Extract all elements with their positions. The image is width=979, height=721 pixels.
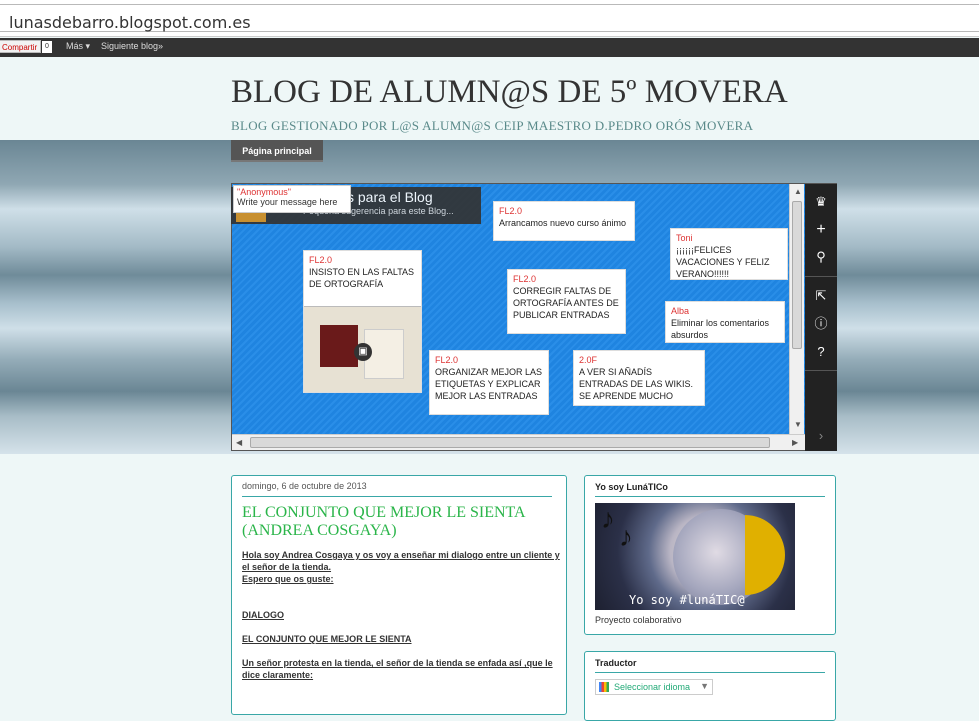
toolbar-divider	[805, 370, 837, 371]
music-note-icon: ♪	[601, 503, 615, 534]
note-author: FL2.0	[435, 355, 459, 365]
widget-translator: Traductor Seleccionar idioma ▼	[584, 651, 836, 721]
post-date: domingo, 6 de octubre de 2013	[242, 481, 367, 491]
post-paragraph: DIALOGO	[242, 610, 284, 620]
chevron-down-icon[interactable]: ▼	[700, 681, 709, 691]
padlet-note[interactable]: Toni ¡¡¡¡¡¡FELICES VACACIONES Y FELIZ VE…	[670, 228, 788, 280]
padlet-note[interactable]: FL2.0 ORGANIZAR MEJOR LAS ETIQUETAS Y EX…	[429, 350, 549, 415]
scroll-left-arrow-icon[interactable]: ◀	[236, 438, 242, 447]
post-paragraph: Espero que os guste:	[242, 574, 334, 584]
next-arrow-icon[interactable]: ›	[813, 428, 829, 444]
post-paragraph: EL CONJUNTO QUE MEJOR LE SIENTA	[242, 634, 412, 644]
google-icon	[599, 682, 609, 692]
more-menu[interactable]: Más ▾	[66, 41, 90, 52]
post-divider	[242, 496, 552, 497]
padlet-note[interactable]: FL2.0 INSISTO EN LAS FALTAS DE ORTOGRAFÍ…	[303, 250, 422, 393]
padlet-vertical-scrollbar[interactable]: ▲ ▼	[789, 184, 804, 434]
lunatic-moon-image[interactable]: ♪ ♪ Yo soy #lunáTIC@	[595, 503, 795, 610]
widget-yosoy: Yo soy LunáTICo ♪ ♪ Yo soy #lunáTIC@ Pro…	[584, 475, 836, 635]
note-text: A VER SI AÑADÍS ENTRADAS DE LAS WIKIS. S…	[579, 367, 694, 401]
note-author: Toni	[676, 233, 693, 243]
toolbar-divider	[805, 276, 837, 277]
padlet-note[interactable]: Alba Eliminar los comentarios absurdos	[665, 301, 785, 343]
scroll-up-arrow-icon[interactable]: ▲	[794, 187, 802, 196]
widget-caption: Proyecto colaborativo	[595, 615, 682, 625]
info-icon[interactable]: ⓘ	[813, 316, 829, 332]
plus-icon[interactable]: +	[813, 222, 829, 238]
widget-divider	[595, 672, 825, 673]
padlet-new-post[interactable]: "Anonymous" Write your message here	[233, 185, 351, 213]
blog-post: domingo, 6 de octubre de 2013 EL CONJUNT…	[231, 475, 567, 715]
wrench-icon[interactable]: ⚲	[813, 249, 829, 265]
note-screenshot-image: ▣	[304, 306, 421, 392]
scroll-right-arrow-icon[interactable]: ▶	[792, 438, 798, 447]
padlet-note[interactable]: FL2.0 CORREGIR FALTAS DE ORTOGRAFÍA ANTE…	[507, 269, 626, 334]
share-button[interactable]: Compartir	[0, 40, 42, 53]
help-icon[interactable]: ?	[813, 344, 829, 360]
padlet-note[interactable]: 2.0F A VER SI AÑADÍS ENTRADAS DE LAS WIK…	[573, 350, 705, 406]
post-paragraph: Un señor protesta en la tienda, el señor…	[242, 658, 553, 680]
character-image	[320, 325, 358, 367]
address-bar[interactable]: lunasdebarro.blogspot.com.es	[0, 4, 979, 32]
widget-divider	[595, 496, 825, 497]
post-paragraph: Hola soy Andrea Cosgaya y os voy a enseñ…	[242, 550, 560, 572]
widget-title: Yo soy LunáTICo	[595, 482, 668, 492]
blogger-navbar: Compartir 0 Más ▾ Siguiente blog»	[0, 38, 979, 57]
share-count: 0	[42, 41, 52, 53]
share-icon[interactable]: ⇱	[813, 288, 829, 304]
document-icon[interactable]: ▣	[354, 343, 372, 361]
music-note-icon: ♪	[619, 521, 633, 552]
origami-logo-icon[interactable]: ♛	[813, 194, 829, 210]
note-text: INSISTO EN LAS FALTAS DE ORTOGRAFÍA	[309, 267, 415, 289]
browser-address-area: lunasdebarro.blogspot.com.es	[0, 0, 979, 37]
blog-subtitle: BLOG GESTIONADO POR L@S ALUMN@S CEIP MAE…	[231, 118, 754, 133]
crescent	[745, 515, 785, 595]
note-text: ORGANIZAR MEJOR LAS ETIQUETAS Y EXPLICAR…	[435, 367, 543, 401]
language-select[interactable]: Seleccionar idioma ▼	[595, 679, 713, 695]
note-text: Eliminar los comentarios absurdos	[671, 318, 770, 340]
scroll-down-arrow-icon[interactable]: ▼	[794, 420, 802, 429]
note-author: FL2.0	[309, 255, 333, 265]
note-author: FL2.0	[513, 274, 537, 284]
padlet-title: s para el Blog	[347, 189, 433, 205]
blog-title[interactable]: BLOG DE ALUMN@S DE 5º MOVERA	[231, 74, 788, 111]
note-author: 2.0F	[579, 355, 598, 365]
note-author: Alba	[671, 306, 690, 316]
note-text: Arrancamos nuevo curso ánimo	[499, 218, 627, 228]
widget-title: Traductor	[595, 658, 637, 668]
image-caption: Yo soy #lunáTIC@	[629, 593, 745, 607]
anon-name: "Anonymous"	[237, 187, 291, 197]
post-body: Hola soy Andrea Cosgaya y os voy a enseñ…	[242, 549, 562, 681]
url-text[interactable]: lunasdebarro.blogspot.com.es	[9, 13, 251, 32]
scroll-thumb[interactable]	[792, 201, 802, 349]
note-text: CORREGIR FALTAS DE ORTOGRAFÍA ANTES DE P…	[513, 286, 619, 320]
padlet-horizontal-scrollbar[interactable]: ◀ ▶	[232, 434, 805, 450]
padlet-toolbar: ♛ + ⚲ ⇱ ⓘ ? ›	[805, 184, 837, 451]
language-select-label: Seleccionar idioma	[614, 682, 691, 692]
note-text: ¡¡¡¡¡¡FELICES VACACIONES Y FELIZ VERANO!…	[676, 245, 770, 279]
padlet-note[interactable]: FL2.0 Arrancamos nuevo curso ánimo	[493, 201, 635, 241]
next-blog-link[interactable]: Siguiente blog»	[101, 41, 163, 51]
tab-home[interactable]: Página principal	[231, 140, 323, 162]
post-title[interactable]: EL CONJUNTO QUE MEJOR LE SIENTA (ANDREA …	[242, 504, 562, 540]
message-input[interactable]: Write your message here	[237, 197, 337, 207]
scroll-thumb[interactable]	[250, 437, 770, 448]
note-author: FL2.0	[499, 206, 523, 216]
